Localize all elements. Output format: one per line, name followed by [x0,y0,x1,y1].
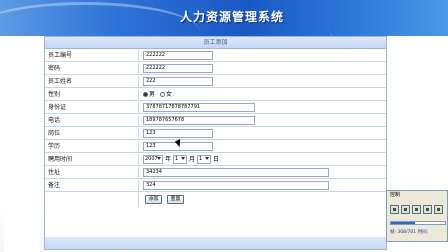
form-row-employee-name: 员工姓名 222 [45,76,386,88]
remarks-input[interactable]: 324 [143,181,329,190]
row-divider [138,141,139,153]
form-header: 员工添加 [45,37,386,49]
add-button[interactable]: 添加 [145,195,162,204]
form-row-actions: 添加 重置 [45,193,386,207]
hire-day-unit: 日 [213,156,220,163]
chevron-down-icon [205,157,209,160]
row-divider [138,76,139,88]
hire-day-value: 1 [199,156,203,162]
play-icon[interactable] [401,205,410,214]
row-divider [138,63,139,75]
reset-button[interactable]: 重置 [167,195,184,204]
password-input[interactable]: 222222 [143,64,213,73]
playback-progress[interactable] [390,221,446,225]
gender-male-label: 男 [149,91,156,98]
phone-input[interactable]: 189787657678 [143,116,255,125]
gender-female-label: 女 [165,91,172,98]
hire-year-unit: 年 [165,156,172,163]
hire-day-select[interactable]: 1 [197,155,211,164]
rewind-icon[interactable] [390,205,399,214]
hire-month-select[interactable]: 1 [173,155,187,164]
row-divider [138,154,139,166]
pause-icon[interactable] [412,205,421,214]
playback-progress-fill [391,222,415,224]
stop-icon[interactable] [423,205,432,214]
left-sidebar-panel [4,78,40,252]
employee-id-label: 员工编号 [48,52,73,59]
app-title: 人力资源管理系统 [180,10,285,24]
form-row-education: 学历 123 [45,141,386,153]
row-divider [138,167,139,179]
gender-female-radio[interactable] [159,92,165,97]
position-input[interactable]: 123 [143,129,213,138]
hire-month-unit: 月 [189,156,196,163]
employee-name-label: 员工姓名 [48,78,73,85]
row-divider [138,128,139,140]
employee-add-form: 员工添加 员工编号 222222 密码 222222 员工姓名 222 性别 男… [44,36,387,250]
employee-id-input[interactable]: 222222 [143,51,213,60]
hire-date-label: 聘用时间 [48,156,73,163]
app-banner: 人力资源管理系统 [0,0,448,36]
form-row-employee-id: 员工编号 222222 [45,50,386,62]
employee-name-input[interactable]: 222 [143,77,213,86]
position-label: 岗位 [48,130,61,137]
address-label: 住址 [48,169,61,176]
row-divider [138,115,139,127]
form-row-phone: 电话 189787657678 [45,115,386,127]
hire-year-value: 2007 [145,156,158,162]
form-row-position: 岗位 123 [45,128,386,140]
left-sidebar [0,36,44,252]
id-card-input[interactable]: 37878717878787791 [143,103,255,112]
row-divider [138,89,139,101]
control-popup[interactable]: 控制 帧: 308/701 时间: [386,190,448,242]
control-popup-title: 控制 [390,192,401,198]
row-divider [138,102,139,114]
banner-swoosh-decoration [0,2,200,36]
gender-male-radio[interactable] [143,92,148,97]
form-footer [45,237,386,249]
form-row-password: 密码 222222 [45,63,386,75]
forward-icon[interactable] [434,205,443,214]
form-row-remarks: 备注 324 [45,180,386,192]
phone-label: 电话 [48,117,61,124]
row-divider [138,193,139,207]
gender-label: 性别 [48,91,61,98]
form-row-hire-date: 聘用时间 2007 年 1 月 1 日 [45,154,386,166]
form-row-address: 住址 34234 [45,167,386,179]
row-divider [138,180,139,192]
remarks-label: 备注 [48,182,61,189]
banner-swoosh-decoration-right [328,0,448,36]
chevron-down-icon [181,157,185,160]
row-divider [138,50,139,62]
id-card-label: 身份证 [48,104,67,111]
form-row-id-card: 身份证 37878717878787791 [45,102,386,114]
hire-month-value: 1 [175,156,179,162]
form-row-gender: 性别 男 女 [45,89,386,101]
education-label: 学历 [48,143,61,150]
chevron-down-icon [157,157,161,160]
gender-radio-group: 男 女 [143,91,172,99]
hire-year-select[interactable]: 2007 [143,155,163,164]
frame-status: 帧: 308/701 时间: [390,230,429,235]
password-label: 密码 [48,65,61,72]
address-input[interactable]: 34234 [143,168,329,177]
